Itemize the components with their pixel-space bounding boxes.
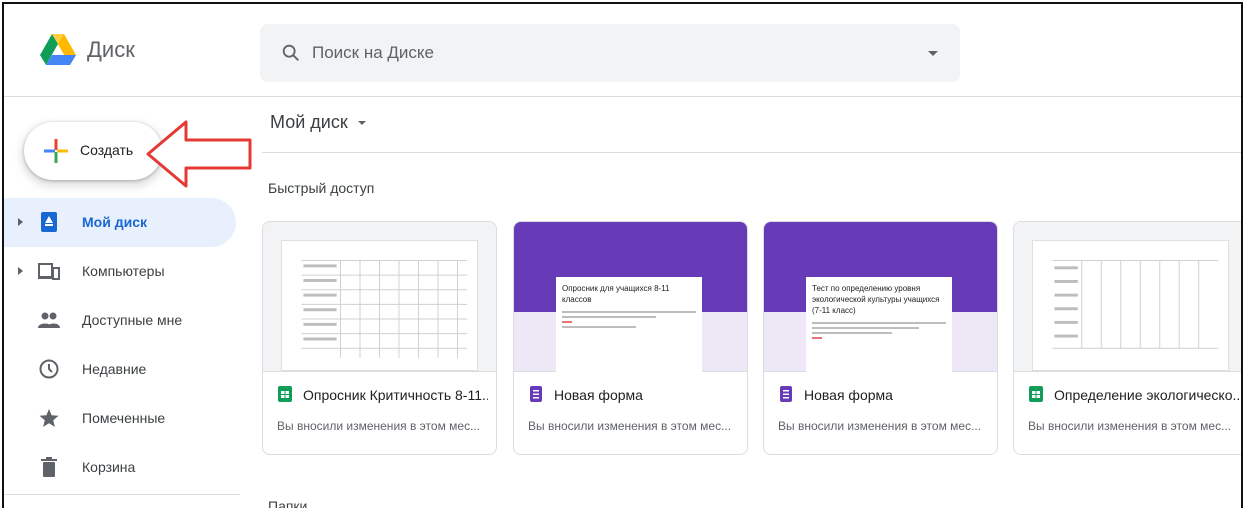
- form-preview: Опросник для учащихся 8-11 классов: [556, 274, 702, 372]
- file-thumbnail: [263, 222, 496, 372]
- file-name: Определение экологическо...: [1054, 387, 1239, 403]
- red-arrow-annotation-icon: [146, 120, 252, 188]
- forms-icon: [530, 386, 542, 402]
- spreadsheet-preview: [1032, 240, 1229, 371]
- drive-window: Диск Поиск на Диске Создать Мой диск Ком…: [2, 2, 1243, 508]
- google-drive-logo-icon[interactable]: [40, 34, 76, 66]
- file-activity: Вы вносили изменения в этом мес...: [1028, 419, 1232, 433]
- expand-caret-icon[interactable]: [18, 267, 23, 275]
- search-input[interactable]: Поиск на Диске: [312, 43, 434, 63]
- file-thumbnail: Опросник для учащихся 8-11 классов: [514, 222, 747, 372]
- search-bar[interactable]: Поиск на Диске: [260, 24, 960, 82]
- sidebar-item-label: Помеченные: [82, 410, 166, 426]
- sidebar-item-label: Недавние: [82, 361, 147, 377]
- expand-caret-icon[interactable]: [18, 218, 23, 226]
- sidebar-item-computers[interactable]: Компьютеры: [4, 247, 236, 296]
- file-thumbnail: [1014, 222, 1241, 372]
- spreadsheet-preview: [281, 240, 478, 371]
- breadcrumb-label: Мой диск: [270, 112, 348, 132]
- clock-icon: [39, 359, 59, 379]
- sidebar-item-recent[interactable]: Недавние: [4, 345, 236, 394]
- sidebar-item-label: Мой диск: [82, 214, 147, 230]
- quick-access-card[interactable]: Определение экологическо... Вы вносили и…: [1013, 221, 1241, 455]
- form-preview-title: Тест по определению уровня экологической…: [812, 284, 940, 315]
- file-thumbnail: Тест по определению уровня экологической…: [764, 222, 997, 372]
- quick-access-card[interactable]: Опросник Критичность 8-11... Вы вносили …: [262, 221, 497, 455]
- sidebar-item-label: Компьютеры: [82, 263, 165, 279]
- form-preview: Тест по определению уровня экологической…: [806, 274, 952, 372]
- file-name: Новая форма: [554, 387, 643, 403]
- app-title: Диск: [87, 37, 135, 62]
- file-name: Опросник Критичность 8-11...: [303, 387, 488, 403]
- quick-access-card[interactable]: Опросник для учащихся 8-11 классов Новая…: [513, 221, 748, 455]
- drive-icon: [41, 212, 57, 232]
- file-name: Новая форма: [804, 387, 893, 403]
- main-divider: [262, 152, 1241, 153]
- quick-access-title: Быстрый доступ: [268, 180, 375, 196]
- forms-icon: [780, 386, 792, 402]
- form-preview-title: Опросник для учащихся 8-11 классов: [562, 284, 670, 304]
- sheets-icon: [278, 386, 292, 402]
- sidebar-item-trash[interactable]: Корзина: [4, 443, 236, 492]
- sidebar-item-my-drive[interactable]: Мой диск: [4, 198, 236, 247]
- sidebar-divider: [4, 494, 240, 495]
- trash-icon: [41, 457, 57, 477]
- search-options-dropdown-icon[interactable]: [928, 51, 938, 56]
- breadcrumb[interactable]: Мой диск: [270, 112, 366, 133]
- folders-title: Папки: [268, 498, 308, 508]
- computer-icon: [38, 263, 60, 280]
- create-button-label: Создать: [80, 142, 134, 158]
- sidebar-nav: Мой диск Компьютеры Доступные мне Недавн…: [4, 198, 240, 492]
- header-divider: [4, 96, 1241, 97]
- sidebar-item-shared[interactable]: Доступные мне: [4, 296, 236, 345]
- form-preview-lines: [562, 311, 696, 328]
- plus-icon: [44, 139, 68, 163]
- sidebar-item-label: Корзина: [82, 459, 136, 475]
- quick-access-card[interactable]: Тест по определению уровня экологической…: [763, 221, 998, 455]
- sidebar-item-starred[interactable]: Помеченные: [4, 394, 236, 443]
- create-button[interactable]: Создать: [24, 122, 162, 180]
- shared-people-icon: [38, 312, 60, 328]
- file-activity: Вы вносили изменения в этом мес...: [778, 419, 982, 433]
- sheets-icon: [1029, 386, 1043, 402]
- star-icon: [39, 409, 59, 427]
- file-activity: Вы вносили изменения в этом мес...: [277, 419, 481, 433]
- file-activity: Вы вносили изменения в этом мес...: [528, 419, 732, 433]
- form-preview-lines: [812, 322, 946, 339]
- search-icon[interactable]: [280, 42, 302, 64]
- sidebar-item-label: Доступные мне: [82, 312, 183, 328]
- breadcrumb-dropdown-icon[interactable]: [357, 121, 366, 126]
